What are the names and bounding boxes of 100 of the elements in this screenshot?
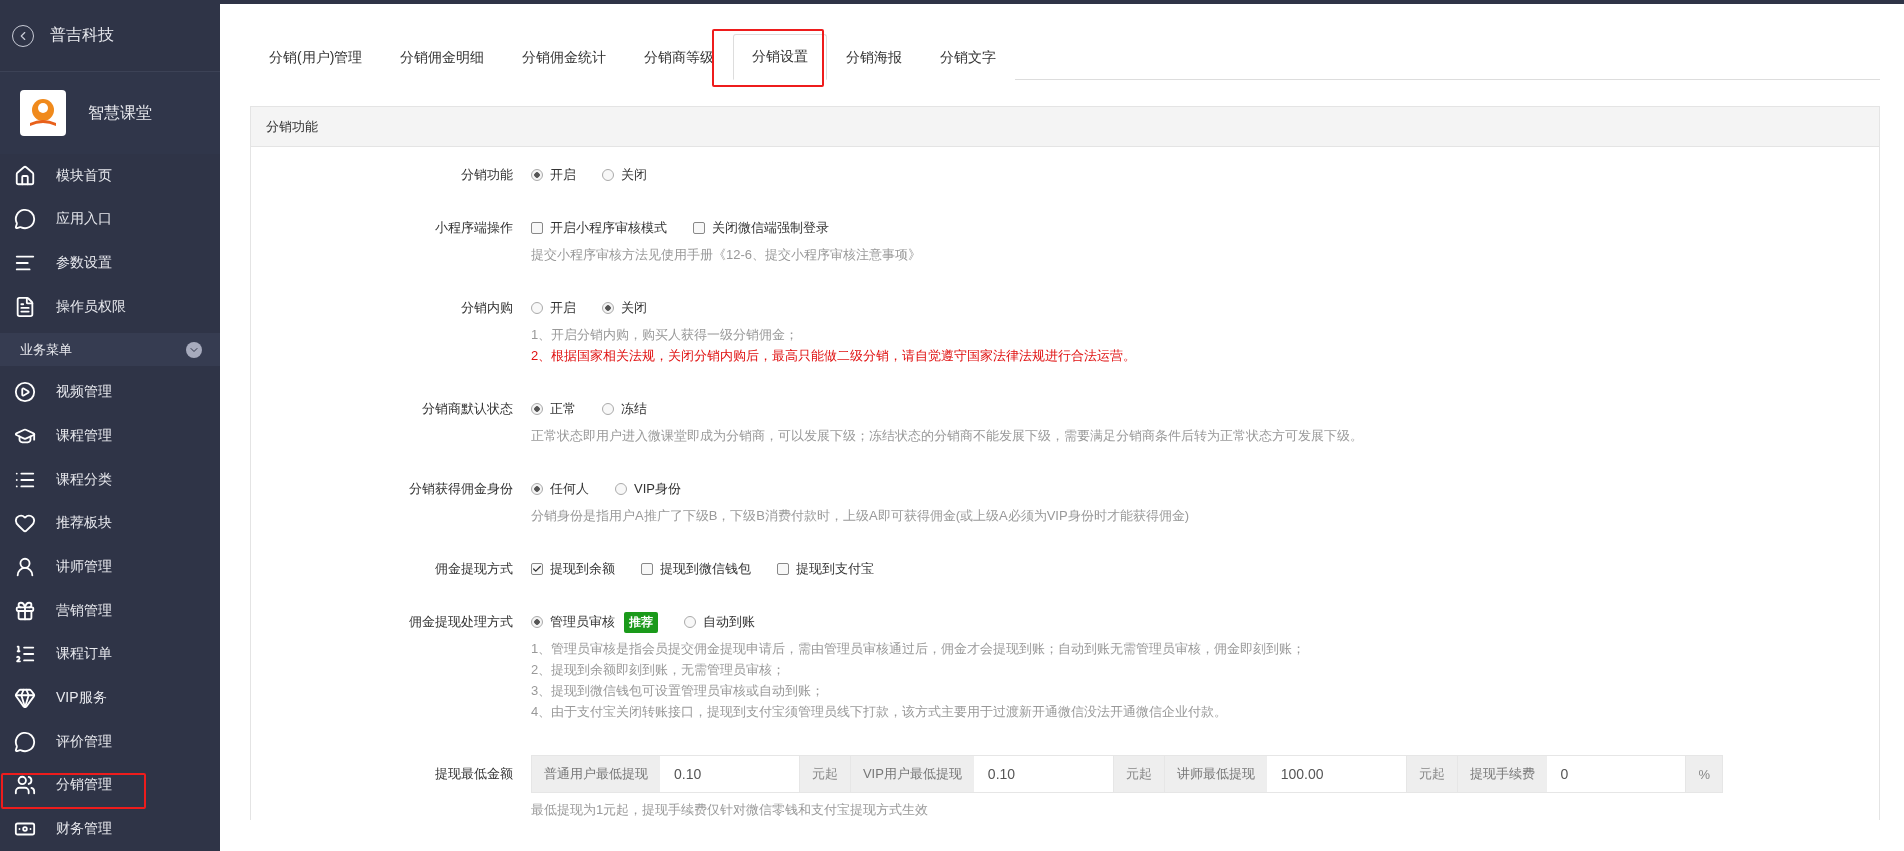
tab[interactable]: 分销设置 xyxy=(733,34,828,80)
input-addon: 讲师最低提现 xyxy=(1163,756,1267,792)
hint-text: 正常状态即用户进入微课堂即成为分销商，可以发展下级；冻结状态的分销商不能发展下级，需要满足分销商条件后转为正常状态方可发展下级。 xyxy=(531,427,1363,445)
input-unit: 元起 xyxy=(1405,756,1457,792)
input-addon: VIP用户最低提现 xyxy=(849,756,974,792)
option-label: 冻结 xyxy=(621,400,647,418)
radio-option[interactable]: 任何人 xyxy=(531,480,589,498)
radio-option[interactable]: 自动到账 xyxy=(684,613,755,631)
diamond-icon xyxy=(14,687,36,710)
radio-option[interactable]: 关闭 xyxy=(602,299,647,317)
speech-bubble-icon xyxy=(14,730,36,753)
input-addon: 普通用户最低提现 xyxy=(532,756,660,792)
sidebar-item[interactable]: 分销管理 xyxy=(0,763,220,808)
option-label: 开启 xyxy=(550,166,576,184)
input-unit: 元起 xyxy=(798,756,850,792)
option-label: 提现到支付宝 xyxy=(796,560,874,578)
hint-text: 最低提现为1元起，提现手续费仅针对微信零钱和支付宝提现方式生效 xyxy=(531,801,930,819)
field-label: 分销获得佣金身份 xyxy=(408,480,514,498)
sidebar-item[interactable]: 模块首页 xyxy=(0,153,220,198)
sidebar-item[interactable]: 营销管理 xyxy=(0,588,220,633)
home-icon xyxy=(14,164,36,187)
hint-text: 提交小程序审核方法见使用手册《12-6、提交小程序审核注意事项》 xyxy=(531,246,922,264)
sidebar-item[interactable]: 应用入口 xyxy=(0,197,220,242)
hint-text: 4、由于支付宝关闭转账接口，提现到支付宝须管理员线下打款，该方式主要用于过渡新开通微信没法开通微信企业付款。 xyxy=(531,703,1229,721)
field-label: 分销功能 xyxy=(460,166,514,184)
radio-button[interactable] xyxy=(531,169,543,181)
users-icon xyxy=(14,774,36,797)
radio-option[interactable]: 开启 xyxy=(531,166,576,184)
sidebar-item[interactable]: 操作员权限 xyxy=(0,284,220,329)
option-label: VIP身份 xyxy=(634,480,681,498)
company-name: 普吉科技 xyxy=(50,25,114,46)
checkbox[interactable] xyxy=(693,222,705,234)
hint-text: 分销身份是指用户A推广了下级B，下级B消费付款时，上级A即可获得佣金(或上级A必须为VIP身份时才能获得佣金) xyxy=(531,507,1189,525)
option-label: 关闭 xyxy=(621,166,647,184)
sidebar-item[interactable]: 视频管理 xyxy=(0,370,220,415)
sidebar-item[interactable]: 推荐板块 xyxy=(0,501,220,546)
input-unit: 元起 xyxy=(1112,756,1164,792)
sidebar-item[interactable]: VIP服务 xyxy=(0,676,220,720)
option-label: 关闭 xyxy=(621,299,647,317)
heart-icon xyxy=(14,512,36,535)
sidebar-item[interactable]: 课程分类 xyxy=(0,457,220,502)
input-unit: % xyxy=(1685,756,1723,792)
sidebar-item[interactable]: 参数设置 xyxy=(0,241,220,285)
input-addon: 提现手续费 xyxy=(1456,756,1547,792)
recommend-badge: 推荐 xyxy=(624,611,658,633)
radio-option[interactable]: 关闭 xyxy=(602,166,647,184)
warning-note: 2、根据国家相关法规，关闭分销内购后，最高只能做二级分销，请自觉遵守国家法律法规进行合法运营。 xyxy=(531,347,1137,365)
hint-text: 2、提现到余额即刻到账，无需管理员审核； xyxy=(531,661,787,679)
sidebar-item[interactable]: 课程订单 xyxy=(0,632,220,677)
section-title: 业务菜单 xyxy=(20,340,72,359)
option-label: 正常 xyxy=(550,400,576,418)
checkbox-option[interactable]: 提现到支付宝 xyxy=(777,560,874,578)
field-label: 佣金提现方式 xyxy=(434,560,514,578)
checkbox-option[interactable]: 提现到余额 xyxy=(531,560,615,578)
sidebar-item[interactable]: 课程管理 xyxy=(0,414,220,458)
field-label: 小程序端操作 xyxy=(434,219,514,237)
radio-option[interactable]: 冻结 xyxy=(602,400,647,418)
sidebar-item[interactable]: 财务管理 xyxy=(0,807,220,851)
app-name: 智慧课堂 xyxy=(88,102,152,123)
hint-text: 3、提现到微信钱包可设置管理员审核或自动到账； xyxy=(531,682,826,700)
radio-option[interactable]: VIP身份 xyxy=(615,480,681,498)
checkbox[interactable] xyxy=(641,563,653,575)
play-icon xyxy=(14,381,36,404)
option-label: 任何人 xyxy=(550,480,589,498)
checkbox[interactable] xyxy=(531,222,543,234)
option-label: 提现到微信钱包 xyxy=(660,560,751,578)
menu-section-header[interactable]: 业务菜单 xyxy=(0,332,220,367)
sidebar-item[interactable]: 评价管理 xyxy=(0,719,220,764)
radio-button[interactable] xyxy=(531,302,543,314)
radio-option[interactable]: 管理员审核 推荐 xyxy=(531,611,658,633)
option-label: 自动到账 xyxy=(703,613,755,631)
radio-button[interactable] xyxy=(602,302,614,314)
checkbox-option[interactable]: 提现到微信钱包 xyxy=(641,560,751,578)
radio-button[interactable] xyxy=(531,483,543,495)
panel-title: 分销功能 xyxy=(266,117,318,136)
radio-option[interactable]: 正常 xyxy=(531,400,576,418)
gift-icon xyxy=(14,599,36,622)
radio-button[interactable] xyxy=(684,616,696,628)
option-label: 提现到余额 xyxy=(550,560,615,578)
hint-text: 1、开启分销内购，购买人获得一级分销佣金； xyxy=(531,326,800,344)
radio-button[interactable] xyxy=(531,403,543,415)
checkbox[interactable] xyxy=(531,563,543,575)
field-label: 分销商默认状态 xyxy=(421,400,514,418)
radio-button[interactable] xyxy=(602,403,614,415)
field-label: 分销内购 xyxy=(460,299,514,317)
field-label: 佣金提现处理方式 xyxy=(408,613,514,631)
radio-button[interactable] xyxy=(531,616,543,628)
hint-text: 1、管理员审核是指会员提交佣金提现申请后，需由管理员审核通过后，佣金才会提现到账；自动到账无需管理员审核，佣金即刻到账； xyxy=(531,640,1306,658)
radio-button[interactable] xyxy=(615,483,627,495)
document-icon xyxy=(14,295,36,318)
option-label: 开启 xyxy=(550,299,576,317)
app-logo-icon xyxy=(20,90,66,137)
sidebar-item[interactable]: 讲师管理 xyxy=(0,545,220,589)
radio-button[interactable] xyxy=(602,169,614,181)
checkbox[interactable] xyxy=(777,563,789,575)
radio-option[interactable]: 开启 xyxy=(531,299,576,317)
option-label: 管理员审核 xyxy=(550,613,615,631)
field-label: 提现最低金额 xyxy=(434,765,514,783)
chat-icon xyxy=(14,208,36,231)
chevron-down-icon[interactable] xyxy=(186,341,202,358)
